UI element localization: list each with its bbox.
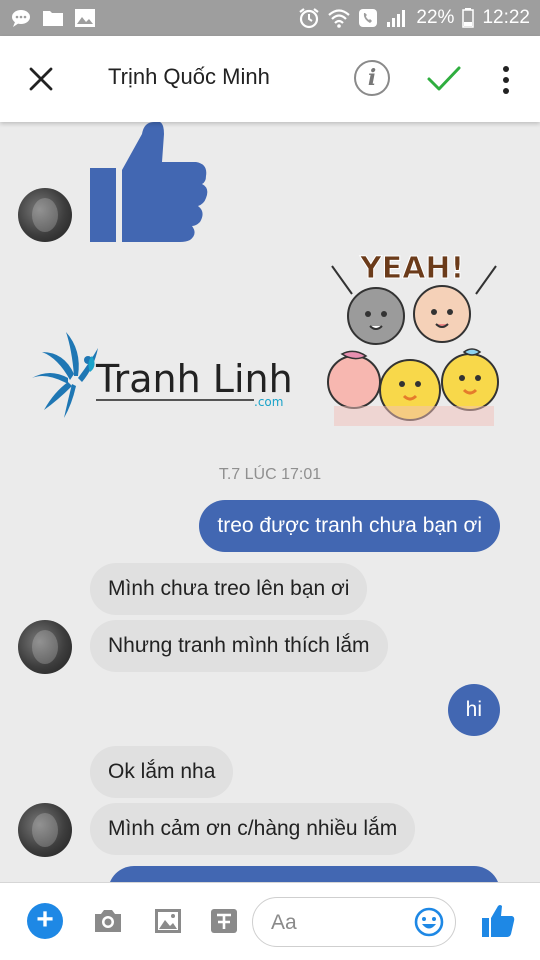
conversation-header: Trịnh Quốc Minh i xyxy=(0,36,540,122)
thumbs-up-sticker[interactable] xyxy=(84,122,214,244)
check-icon[interactable] xyxy=(426,62,462,96)
alarm-icon xyxy=(299,8,320,29)
contact-avatar[interactable] xyxy=(18,803,72,857)
contact-avatar[interactable] xyxy=(18,188,72,242)
timestamp: T.7 LÚC 17:01 xyxy=(218,466,322,483)
message-composer: + xyxy=(0,882,540,960)
message-bubble-incoming[interactable]: Mình cảm ơn c/hàng nhiều lắm xyxy=(90,803,416,855)
battery-icon xyxy=(462,8,475,28)
yeah-sticker[interactable]: YEAH! xyxy=(324,250,504,430)
tranh-linh-logo[interactable]: Tranh Linh .com xyxy=(28,322,300,422)
camera-icon[interactable] xyxy=(92,905,124,937)
message-input[interactable] xyxy=(271,910,411,936)
close-icon[interactable] xyxy=(26,64,56,94)
more-vertical-icon[interactable] xyxy=(498,64,514,96)
message-list[interactable]: Tranh Linh .com YEAH! T.7 LÚC 17:01 treo… xyxy=(0,122,540,882)
folder-icon xyxy=(43,11,63,26)
message-bubble-outgoing-partial[interactable] xyxy=(108,866,500,882)
info-icon[interactable]: i xyxy=(354,60,390,96)
wifi-icon xyxy=(328,9,351,28)
status-bar: 22% 12:22 xyxy=(0,0,540,36)
battery-percent: 22% xyxy=(416,7,455,28)
message-bubble-incoming[interactable]: Ok lắm nha xyxy=(90,746,234,798)
logo-domain: .com xyxy=(254,395,283,409)
contact-avatar[interactable] xyxy=(18,620,72,674)
chat-icon xyxy=(12,10,30,27)
gallery-icon[interactable] xyxy=(152,905,184,937)
image-icon xyxy=(75,9,95,27)
message-bubble-outgoing[interactable]: hi xyxy=(447,684,500,736)
signal-icon xyxy=(387,10,406,27)
emoji-icon[interactable] xyxy=(413,906,445,938)
yeah-text: YEAH! xyxy=(359,251,464,286)
call-icon xyxy=(359,9,378,27)
message-bubble-outgoing[interactable]: treo được tranh chưa bạn ơi xyxy=(199,500,500,552)
thumbs-up-icon[interactable] xyxy=(480,903,516,939)
sticker-icon[interactable] xyxy=(208,905,240,937)
plus-icon[interactable]: + xyxy=(27,903,63,939)
message-bubble-incoming[interactable]: Nhưng tranh mình thích lắm xyxy=(90,620,388,672)
message-bubble-incoming[interactable]: Mình chưa treo lên bạn ơi xyxy=(90,563,368,615)
contact-name[interactable]: Trịnh Quốc Minh xyxy=(108,64,270,90)
clock: 12:22 xyxy=(482,7,530,28)
message-input-container[interactable] xyxy=(252,897,456,947)
